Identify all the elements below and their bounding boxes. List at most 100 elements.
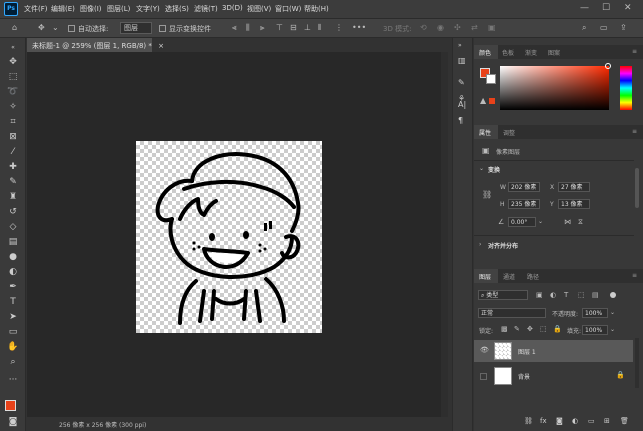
roll-3d-icon[interactable]: ◉ [437,23,444,33]
close-icon[interactable]: ✕ [624,3,632,13]
width-input[interactable]: 202 像素 [508,182,540,192]
crop-tool-icon[interactable]: ⌗ [6,116,20,129]
menu-image[interactable]: 图像(I) [80,4,102,14]
blend-mode-dropdown[interactable]: 正常 [478,308,546,318]
foreground-color-swatch[interactable] [5,400,16,411]
link-layers-icon[interactable]: ⛓ [524,417,533,425]
stamp-tool-icon[interactable]: ♜ [6,191,20,204]
align-left-icon[interactable]: ⫷ [232,23,237,33]
lock-pixels-icon[interactable]: ✎ [514,325,520,333]
chevron-down-icon[interactable]: ⌄ [52,23,59,33]
vertical-scrollbar[interactable] [441,52,448,417]
tab-gradients[interactable]: 渐变 [525,48,537,57]
opacity-input[interactable]: 100% [582,308,608,318]
color-field[interactable] [500,66,609,110]
expand-panels-icon[interactable]: » [458,42,462,49]
lock-position-icon[interactable]: ✥ [527,325,533,333]
character-panel-icon[interactable]: A| [458,100,466,109]
new-layer-icon[interactable]: ⊞ [604,417,610,425]
align-right-icon[interactable]: ⫸ [260,23,265,33]
more-tools-icon[interactable]: ··· [6,374,20,387]
show-transform-checkbox[interactable]: 显示变换控件 [159,24,211,34]
hand-tool-icon[interactable]: ✋ [6,341,20,354]
menu-view[interactable]: 视图(V) [247,4,271,14]
adjustment-layer-icon[interactable]: ◐ [572,417,578,425]
blur-tool-icon[interactable]: ● [6,251,20,264]
auto-select-checkbox[interactable]: 自动选择: [68,24,108,34]
y-input[interactable]: 13 像素 [558,199,590,209]
group-icon[interactable]: ▭ [588,417,595,425]
align-bottom-icon[interactable]: ⊥ [304,23,311,33]
menu-filter[interactable]: 滤镜(T) [194,4,218,14]
more-options-icon[interactable]: ••• [352,23,366,33]
gamut-swatch[interactable] [489,98,495,104]
panel-menu-icon[interactable]: ≡ [632,48,637,55]
share-icon[interactable]: ⇪ [620,23,627,33]
layer-mask-icon[interactable]: ◙ [556,417,563,425]
paragraph-panel-icon[interactable]: ¶ [458,116,463,125]
pan-3d-icon[interactable]: ✣ [454,23,461,33]
frame-tool-icon[interactable]: ⊠ [6,131,20,144]
layers-scrollbar[interactable] [635,338,639,388]
panel-menu-icon[interactable]: ≡ [632,272,637,279]
chevron-right-icon[interactable]: › [479,241,481,248]
flip-vertical-icon[interactable]: ⧖ [578,218,583,227]
magic-wand-tool-icon[interactable]: ✧ [6,101,20,114]
quick-mask-icon[interactable]: ◙ [6,416,20,429]
auto-select-dropdown[interactable]: 图层 [120,22,152,34]
tab-paths[interactable]: 路径 [527,272,539,281]
visibility-eye-icon[interactable]: 👁 [480,346,489,354]
link-icon[interactable]: ⛓ [482,190,492,199]
x-input[interactable]: 27 像素 [558,182,590,192]
pen-tool-icon[interactable]: ✒ [6,281,20,294]
maximize-icon[interactable]: ☐ [602,3,610,13]
path-select-tool-icon[interactable]: ➤ [6,311,20,324]
collapse-icon[interactable]: « [6,41,20,54]
lock-all-icon[interactable]: 🔒 [553,325,562,333]
rectangle-tool-icon[interactable]: ▭ [6,326,20,339]
chevron-down-icon[interactable]: ⌄ [479,165,484,172]
history-brush-tool-icon[interactable]: ↺ [6,206,20,219]
tab-color[interactable]: 颜色 [479,48,491,57]
search-icon[interactable]: ⌕ [582,23,586,33]
lock-transparent-icon[interactable]: ▩ [501,325,508,333]
align-middle-icon[interactable]: ⊟ [290,23,297,33]
lock-artboard-icon[interactable]: ⬚ [540,325,547,333]
tab-properties[interactable]: 属性 [479,128,491,137]
eyedropper-tool-icon[interactable]: ⁄ [6,146,20,159]
lasso-tool-icon[interactable]: ➰ [6,86,20,99]
panel-menu-icon[interactable]: ≡ [632,128,637,135]
move-tool-icon[interactable]: ✥ [38,23,45,33]
layer-name[interactable]: 背景 [518,372,530,381]
align-top-icon[interactable]: ⊤ [276,23,283,33]
home-icon[interactable]: ⌂ [12,23,17,33]
workspace-icon[interactable]: ▭ [600,23,608,33]
tab-adjustments[interactable]: 调整 [503,128,515,137]
marquee-tool-icon[interactable]: ⬚ [6,71,20,84]
layer-row[interactable]: 👁 图层 1 [474,340,633,362]
properties-scrollbar[interactable] [635,168,639,208]
tab-swatches[interactable]: 色板 [502,48,514,57]
checkbox-box[interactable] [159,25,166,32]
filter-shape-icon[interactable]: ⬚ [578,291,585,299]
document-tab[interactable]: 未标题-1 @ 259% (图层 1, RGB/8) * × [27,38,164,52]
tab-patterns[interactable]: 图案 [548,48,560,57]
filter-type-icon[interactable]: T [564,291,568,299]
align-center-icon[interactable]: ⫼ [246,23,250,33]
gradient-tool-icon[interactable]: ▤ [6,236,20,249]
eraser-tool-icon[interactable]: ◇ [6,221,20,234]
menu-select[interactable]: 选择(S) [165,4,189,14]
chevron-down-icon[interactable]: ⌄ [538,218,543,225]
fill-input[interactable]: 100% [582,325,608,335]
orbit-3d-icon[interactable]: ⟲ [420,23,427,33]
zoom-tool-icon[interactable]: ⌕ [6,356,20,369]
menu-type[interactable]: 文字(Y) [136,4,160,14]
move-tool-icon[interactable]: ✥ [6,56,20,69]
warning-icon[interactable]: ▲ [480,96,486,105]
flip-horizontal-icon[interactable]: ⋈ [564,218,571,226]
visibility-box[interactable] [480,373,487,380]
hue-slider[interactable] [620,66,632,110]
tab-layers[interactable]: 图层 [479,272,491,281]
color-picker-handle[interactable] [605,63,611,69]
checkbox-box[interactable] [68,25,75,32]
